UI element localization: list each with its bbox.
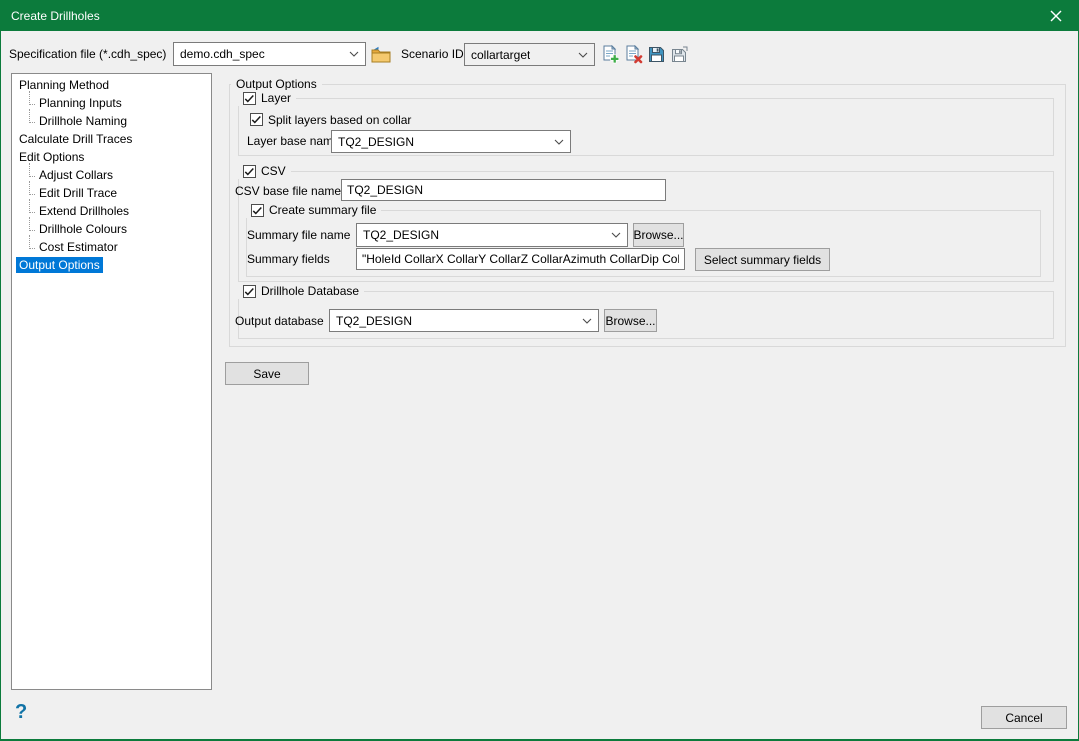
csv-legend: CSV xyxy=(238,163,291,179)
layer-legend: Layer xyxy=(238,90,296,106)
sidebar-item-drillhole-naming[interactable]: Drillhole Naming xyxy=(36,113,130,129)
spec-file-label: Specification file (*.cdh_spec) xyxy=(9,47,166,61)
tree-branch-line xyxy=(29,91,35,105)
chevron-down-icon xyxy=(582,318,592,324)
titlebar: Create Drillholes xyxy=(1,1,1078,31)
sidebar-tree: Planning MethodPlanning InputsDrillhole … xyxy=(11,73,212,690)
chevron-down-icon xyxy=(611,232,621,238)
open-spec-file-button[interactable] xyxy=(371,44,391,64)
scenario-id-combobox[interactable]: collartarget xyxy=(464,43,595,66)
output-database-combobox[interactable]: TQ2_DESIGN xyxy=(329,309,599,332)
tree-branch-line xyxy=(29,109,35,123)
sidebar-item-drillhole-colours[interactable]: Drillhole Colours xyxy=(36,221,130,237)
save-button[interactable]: Save xyxy=(225,362,309,385)
layer-base-name-value: TQ2_DESIGN xyxy=(338,135,414,149)
delete-scenario-button[interactable] xyxy=(623,44,643,64)
tree-branch-line xyxy=(29,181,35,195)
sidebar-item-output-options[interactable]: Output Options xyxy=(16,257,103,273)
split-layers-label: Split layers based on collar xyxy=(268,113,411,127)
help-button[interactable]: ? xyxy=(15,701,27,724)
drillhole-database-legend: Drillhole Database xyxy=(238,283,364,299)
spec-file-combobox[interactable]: demo.cdh_spec xyxy=(173,42,366,66)
sidebar-item-extend-drillholes[interactable]: Extend Drillholes xyxy=(36,203,132,219)
tree-branch-line xyxy=(29,235,35,249)
summary-file-name-combobox[interactable]: TQ2_DESIGN xyxy=(356,223,628,247)
save-scenario-button[interactable] xyxy=(646,44,666,64)
chevron-down-icon xyxy=(554,139,564,145)
create-drillholes-dialog: Create Drillholes Specification file (*.… xyxy=(0,0,1079,741)
tree-branch-line xyxy=(29,217,35,231)
create-summary-legend: Create summary file xyxy=(246,202,381,218)
chevron-down-icon xyxy=(349,51,359,57)
split-layers-checkbox[interactable] xyxy=(250,113,263,126)
close-icon xyxy=(1050,10,1062,22)
database-browse-button[interactable]: Browse... xyxy=(604,309,657,332)
check-icon xyxy=(244,93,255,104)
check-icon xyxy=(252,205,263,216)
csv-checkbox[interactable] xyxy=(243,165,256,178)
scenario-id-label: Scenario ID xyxy=(401,47,464,61)
sidebar-item-adjust-collars[interactable]: Adjust Collars xyxy=(36,167,116,183)
delete-scenario-icon xyxy=(624,45,643,64)
drillhole-database-label: Drillhole Database xyxy=(261,284,359,298)
save-scenario-icon xyxy=(648,46,665,63)
summary-browse-button[interactable]: Browse... xyxy=(633,223,684,247)
layer-base-name-combobox[interactable]: TQ2_DESIGN xyxy=(331,130,571,153)
save-scenario-as-button[interactable] xyxy=(669,44,689,64)
layer-base-name-label: Layer base name xyxy=(247,134,340,148)
summary-fields-label: Summary fields xyxy=(247,252,330,266)
summary-fields-input[interactable] xyxy=(356,248,685,270)
create-summary-checkbox[interactable] xyxy=(251,204,264,217)
sidebar-item-planning-inputs[interactable]: Planning Inputs xyxy=(36,95,125,111)
cancel-button[interactable]: Cancel xyxy=(981,706,1067,729)
tree-branch-line xyxy=(29,199,35,213)
close-button[interactable] xyxy=(1033,1,1078,31)
drillhole-database-checkbox[interactable] xyxy=(243,285,256,298)
open-folder-icon xyxy=(371,46,391,63)
layer-checkbox-label: Layer xyxy=(261,91,291,105)
sidebar-item-calculate-drill-traces[interactable]: Calculate Drill Traces xyxy=(16,131,135,147)
csv-base-file-input[interactable] xyxy=(341,179,666,201)
sidebar-item-edit-drill-trace[interactable]: Edit Drill Trace xyxy=(36,185,120,201)
sidebar-item-edit-options[interactable]: Edit Options xyxy=(16,149,87,165)
sidebar-item-cost-estimator[interactable]: Cost Estimator xyxy=(36,239,121,255)
check-icon xyxy=(251,114,262,125)
scenario-id-value: collartarget xyxy=(471,48,530,62)
check-icon xyxy=(244,166,255,177)
summary-file-name-label: Summary file name xyxy=(247,228,350,242)
csv-base-file-label: CSV base file name xyxy=(235,184,341,198)
new-scenario-button[interactable] xyxy=(600,44,620,64)
spec-file-value: demo.cdh_spec xyxy=(180,47,265,61)
check-icon xyxy=(244,286,255,297)
window-title: Create Drillholes xyxy=(11,9,100,23)
output-database-value: TQ2_DESIGN xyxy=(336,314,412,328)
chevron-down-icon xyxy=(578,52,588,58)
create-summary-label: Create summary file xyxy=(269,203,376,217)
layer-checkbox[interactable] xyxy=(243,92,256,105)
select-summary-fields-button[interactable]: Select summary fields xyxy=(695,248,830,271)
summary-file-name-value: TQ2_DESIGN xyxy=(363,228,439,242)
output-options-title: Output Options xyxy=(236,77,317,91)
save-scenario-as-icon xyxy=(671,46,688,63)
new-scenario-icon xyxy=(601,45,620,64)
csv-checkbox-label: CSV xyxy=(261,164,286,178)
output-database-label: Output database xyxy=(235,314,324,328)
tree-branch-line xyxy=(29,163,35,177)
